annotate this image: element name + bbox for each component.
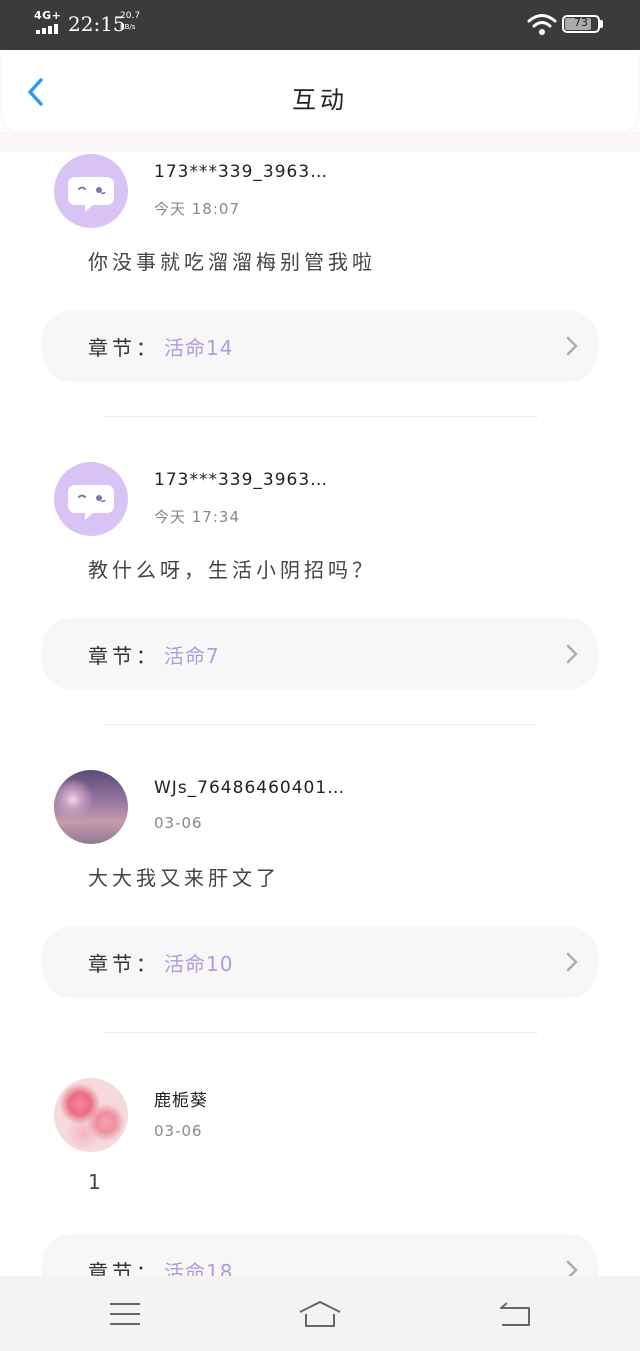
chat-bubble-avatar[interactable]	[54, 462, 128, 536]
network-speed-unit: KB/s	[120, 23, 136, 31]
chevron-right-icon	[566, 1260, 578, 1276]
comment-item: 鹿栀葵 03-06 1 章节： 活命18	[0, 1074, 640, 1276]
battery-icon: 73	[562, 15, 604, 33]
username[interactable]: 鹿栀葵	[154, 1086, 208, 1111]
comment-time: 03-06	[154, 1122, 203, 1140]
status-bar: 4G+ 22:15 20.7 KB/s 73	[0, 0, 640, 50]
comment-content: 1	[88, 1170, 105, 1194]
sunset-photo-avatar[interactable]	[54, 770, 128, 844]
chapter-label: 章节：	[88, 644, 160, 668]
chapter-name: 活命7	[164, 644, 220, 668]
wifi-icon	[527, 14, 557, 35]
username[interactable]: 173***339_3963…	[154, 162, 328, 182]
username[interactable]: WJs_76486460401…	[154, 778, 345, 798]
clock: 22:15	[68, 12, 126, 36]
chapter-link[interactable]: 章节： 活命18	[42, 1234, 598, 1276]
network-speed: 20.7 KB/s	[120, 11, 140, 33]
chapter-name: 活命10	[164, 952, 234, 976]
chapter-label: 章节：	[88, 1260, 160, 1276]
comment-item: WJs_76486460401… 03-06 大大我又来肝文了 章节： 活命10	[0, 766, 640, 1074]
page-title: 互动	[292, 86, 348, 114]
chevron-right-icon	[566, 336, 578, 356]
chapter-name: 活命14	[164, 336, 234, 360]
chevron-right-icon	[566, 952, 578, 972]
page-header: 互动	[2, 52, 638, 132]
comment-item: 173***339_3963… 今天 17:34 教什么呀，生活小阴招吗？ 章节…	[0, 458, 640, 766]
chevron-right-icon	[566, 644, 578, 664]
comment-time: 今天 17:34	[154, 508, 240, 526]
battery-level: 73	[574, 16, 588, 29]
chapter-label: 章节：	[88, 952, 160, 976]
header-band	[0, 132, 640, 152]
comment-content: 教什么呀，生活小阴招吗？	[88, 558, 376, 582]
username[interactable]: 173***339_3963…	[154, 470, 328, 490]
chapter-label: 章节：	[88, 336, 160, 360]
home-button[interactable]	[260, 1276, 380, 1351]
chat-bubble-avatar[interactable]	[54, 154, 128, 228]
menu-icon	[110, 1302, 140, 1325]
chapter-link[interactable]: 章节： 活命7	[42, 618, 598, 690]
network-speed-value: 20.7	[120, 11, 141, 21]
menu-button[interactable]	[65, 1276, 185, 1351]
chapter-link[interactable]: 章节： 活命10	[42, 926, 598, 998]
back-nav-button[interactable]	[455, 1276, 575, 1351]
network-type: 4G+	[34, 9, 62, 22]
divider	[104, 724, 538, 725]
home-icon	[299, 1300, 341, 1327]
comment-item: 173***339_3963… 今天 18:07 你没事就吃溜溜梅别管我啦 章节…	[0, 150, 640, 458]
comment-content: 大大我又来肝文了	[88, 866, 280, 890]
comment-time: 03-06	[154, 814, 203, 832]
comment-time: 今天 18:07	[154, 200, 240, 218]
chapter-name: 活命18	[164, 1260, 234, 1276]
divider	[104, 416, 538, 417]
comment-feed[interactable]: 173***339_3963… 今天 18:07 你没事就吃溜溜梅别管我啦 章节…	[0, 150, 640, 1276]
flower-photo-avatar[interactable]	[54, 1078, 128, 1152]
divider	[104, 1032, 538, 1033]
system-nav-bar	[0, 1276, 640, 1351]
comment-content: 你没事就吃溜溜梅别管我啦	[88, 250, 376, 274]
chapter-link[interactable]: 章节： 活命14	[42, 310, 598, 382]
signal-icon	[36, 24, 62, 34]
back-arrow-icon	[500, 1301, 530, 1326]
